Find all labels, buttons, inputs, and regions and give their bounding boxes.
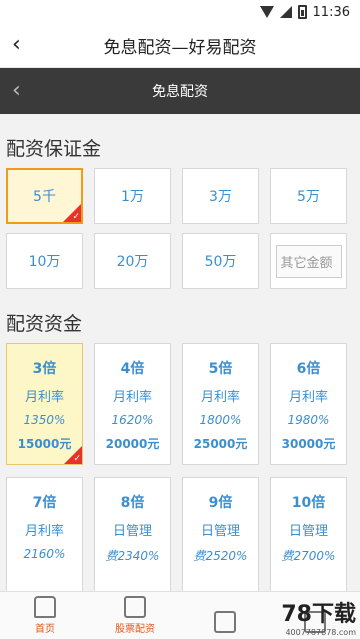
margin-amount-label: 5千 <box>33 189 56 205</box>
margin-amount-option[interactable]: 1万 <box>94 168 171 224</box>
title-bar: ‹ 免息配资—好易配资 <box>0 24 360 68</box>
rate-value: 费2520% <box>193 549 248 563</box>
sub-back-arrow-icon[interactable]: ‹ <box>12 78 21 103</box>
selected-check-icon: ✓ <box>63 204 81 222</box>
tab-3[interactable] <box>180 592 270 639</box>
leverage-option[interactable]: 3倍 月利率 1350% 15000元 ✓ <box>6 343 83 465</box>
page-title: 免息配资—好易配资 <box>103 38 257 58</box>
tab-home[interactable]: 首页 <box>0 592 90 639</box>
margin-section-title: 配资保证金 <box>6 138 102 160</box>
rate-label: 月利率 <box>24 524 64 539</box>
bottom-tab-bar: 首页 股票配资 78下载 4007787878.com <box>0 591 360 639</box>
back-arrow-icon[interactable]: ‹ <box>12 34 34 58</box>
sub-header-title: 免息配资 <box>152 84 208 100</box>
margin-amount-option[interactable]: 5千 ✓ <box>6 168 83 224</box>
margin-amount-label: 5万 <box>297 189 320 205</box>
home-icon <box>34 596 56 618</box>
battery-icon <box>297 5 307 19</box>
margin-amount-label: 20万 <box>116 254 149 270</box>
selected-check-icon: ✓ <box>64 446 82 464</box>
leverage-grid: 3倍 月利率 1350% 15000元 ✓ 4倍 月利率 1620% 20000元 5倍 月利率 18… <box>0 343 360 599</box>
rate-label: 月利率 <box>112 390 152 405</box>
rate-value: 费2700% <box>281 549 336 563</box>
rate-label: 日管理 <box>200 524 240 539</box>
leverage-option[interactable]: 6倍月利率 1980% 30000元 <box>270 343 347 465</box>
rate-label: 月利率 <box>200 390 240 405</box>
leverage-option[interactable]: 10倍日管理费2700% <box>270 477 347 599</box>
margin-amount-option[interactable]: 3万 <box>182 168 259 224</box>
tab-stock-financing[interactable]: 股票配资 <box>90 592 180 639</box>
sub-header: ‹ 免息配资 <box>0 68 360 114</box>
rate-value: 1620% <box>111 413 154 427</box>
leverage-option[interactable]: 4倍月利率 1620% 20000元 <box>94 343 171 465</box>
rate-value: 2160% <box>23 547 66 561</box>
rate-value: 1800% <box>199 413 242 427</box>
status-time: 11:36 <box>312 4 350 20</box>
leverage-multiple: 3倍 <box>32 361 57 377</box>
rate-label: 日管理 <box>112 524 152 539</box>
margin-amount-option[interactable]: 20万 <box>94 233 171 289</box>
signal-icon <box>279 6 292 18</box>
wifi-icon <box>259 6 274 18</box>
tab-stock-financing-label: 股票配资 <box>115 624 155 635</box>
leverage-multiple: 8倍 <box>120 495 145 511</box>
rate-value: 费2340% <box>105 549 160 563</box>
margin-amount-label: 10万 <box>28 254 61 270</box>
tab-home-label: 首页 <box>35 624 55 635</box>
margin-amount-grid: 5千 ✓ 1万 3万 5万 10万 20万 50万 其它金额 <box>0 168 360 289</box>
margin-amount-option[interactable]: 50万 <box>182 233 259 289</box>
leverage-multiple: 5倍 <box>208 361 233 377</box>
other-amount-input[interactable]: 其它金额 <box>275 244 342 278</box>
leverage-option[interactable]: 5倍月利率 1800% 25000元 <box>182 343 259 465</box>
leverage-multiple: 7倍 <box>32 495 57 511</box>
watermark: 78下载 4007787878.com <box>281 596 356 637</box>
fund-amount: 25000元 <box>193 437 248 451</box>
margin-amount-label: 1万 <box>121 189 144 205</box>
margin-amount-option[interactable]: 10万 <box>6 233 83 289</box>
leverage-multiple: 10倍 <box>291 495 326 511</box>
watermark-big: 78下载 <box>281 602 356 627</box>
margin-amount-option[interactable]: 5万 <box>270 168 347 224</box>
rate-value: 1350% <box>23 413 66 427</box>
leverage-option[interactable]: 7倍月利率 2160% <box>6 477 83 599</box>
rate-label: 月利率 <box>24 390 64 405</box>
margin-amount-label: 3万 <box>209 189 232 205</box>
fund-amount: 30000元 <box>281 437 336 451</box>
leverage-multiple: 6倍 <box>296 361 321 377</box>
leverage-multiple: 4倍 <box>120 361 145 377</box>
chart-icon <box>124 596 146 618</box>
status-bar: 11:36 <box>0 0 360 24</box>
watermark-small: 4007787878.com <box>285 628 356 637</box>
margin-amount-label: 50万 <box>204 254 237 270</box>
rate-value: 1980% <box>287 413 330 427</box>
fund-amount: 20000元 <box>105 437 160 451</box>
leverage-multiple: 9倍 <box>208 495 233 511</box>
leverage-option[interactable]: 9倍日管理费2520% <box>182 477 259 599</box>
rate-label: 月利率 <box>288 390 328 405</box>
fund-section-title: 配资资金 <box>6 313 83 335</box>
other-amount-option[interactable]: 其它金额 <box>270 233 347 289</box>
leverage-option[interactable]: 8倍日管理费2340% <box>94 477 171 599</box>
user-icon <box>214 611 236 633</box>
rate-label: 日管理 <box>288 524 328 539</box>
